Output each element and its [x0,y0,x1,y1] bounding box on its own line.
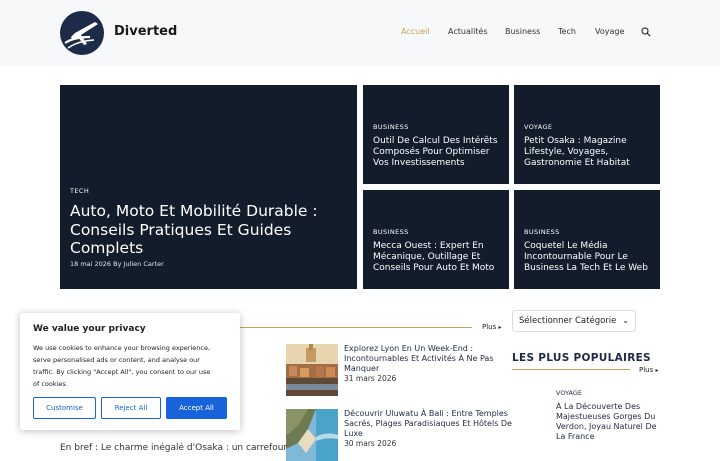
post-category[interactable]: VOYAGE [524,123,552,131]
popular-more-link[interactable]: Plus ▸ [639,366,659,374]
cookie-text: We use cookies to enhance your browsing … [33,344,211,388]
post-category[interactable]: VOYAGE [556,389,582,397]
post-thumbnail[interactable] [286,344,338,396]
chevron-down-icon: ⌄ [622,316,629,325]
category-select[interactable]: Sélectionner Catégorie ⌄ [512,310,636,332]
caret-right-icon: ▸ [655,367,659,374]
post-date: 31 mars 2026 [344,374,397,383]
site-logo[interactable] [60,11,104,55]
featured-tile[interactable]: BUSINESS Outil De Calcul Des Intérêts Co… [363,85,509,184]
post-title[interactable]: Petit Osaka : Magazine Lifestyle, Voyage… [524,136,630,169]
featured-tile[interactable]: BUSINESS Mecca Ouest : Expert En Mécaniq… [363,190,509,289]
post-excerpt: En bref : Le charme inégalé d'Osaka : un… [60,443,288,453]
nav-business[interactable]: Business [505,27,540,36]
featured-main-post[interactable]: TECH Auto, Moto Et Mobilité Durable : Co… [60,85,357,289]
accept-all-button[interactable]: Accept All [166,397,227,419]
post-date: 18 mai 2026 [70,260,112,268]
customise-button[interactable]: Customise [33,397,96,419]
post-category[interactable]: BUSINESS [373,123,409,131]
cookie-title: We value your privacy [33,324,146,334]
post-title[interactable]: Outil De Calcul Des Intérêts Composés Po… [373,136,498,169]
post-category[interactable]: BUSINESS [373,228,409,236]
popular-divider [512,369,630,370]
nav-actualites[interactable]: Actualités [448,27,488,36]
search-icon[interactable] [641,27,651,37]
nav-tech[interactable]: Tech [558,27,576,36]
site-header: Diverted Accueil Actualités Business Tec… [0,0,720,66]
post-category[interactable]: BUSINESS [524,228,560,236]
post-thumbnail[interactable] [286,409,338,461]
nav-voyage[interactable]: Voyage [595,27,624,36]
section-more-link[interactable]: Plus ▸ [482,323,502,331]
featured-tile[interactable]: VOYAGE Petit Osaka : Magazine Lifestyle,… [514,85,660,184]
site-brand[interactable]: Diverted [114,24,177,39]
reject-all-button[interactable]: Reject All [101,397,161,419]
post-date: 30 mars 2026 [344,439,397,448]
post-title[interactable]: À La Découverte Des Majestueuses Gorges … [556,402,661,442]
post-author[interactable]: By Julien Carter [113,260,164,268]
popular-heading: LES PLUS POPULAIRES [512,352,651,364]
featured-tile[interactable]: BUSINESS Coquetel Le Média Incontournabl… [514,190,660,289]
post-title[interactable]: Mecca Ouest : Expert En Mécanique, Outil… [373,241,494,274]
cookie-consent-banner: We value your privacy We use cookies to … [20,313,240,430]
post-meta: 18 mai 2026 By Julien Carter [70,260,164,268]
caret-right-icon: ▸ [498,324,502,331]
post-title[interactable]: Explorez Lyon En Un Week-End : Incontour… [344,344,494,374]
post-title[interactable]: Auto, Moto Et Mobilité Durable : Conseil… [70,202,318,258]
post-category[interactable]: TECH [70,187,89,195]
post-title[interactable]: Découvrir Uluwatu À Bali : Entre Temples… [344,409,512,439]
nav-accueil[interactable]: Accueil [401,27,430,36]
post-title[interactable]: Coquetel Le Média Incontournable Pour Le… [524,241,648,274]
